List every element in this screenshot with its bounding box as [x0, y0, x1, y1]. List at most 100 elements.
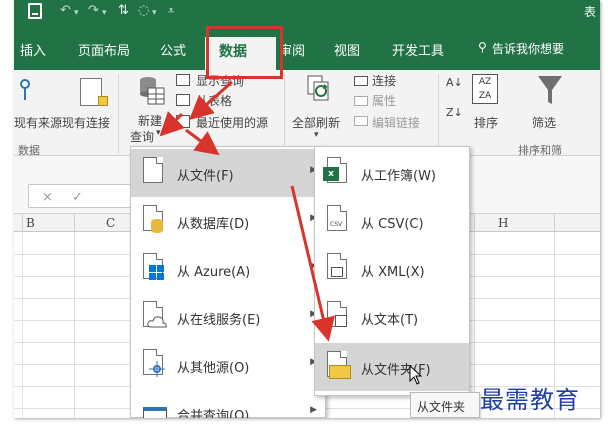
- csv-icon: CSV: [327, 205, 349, 233]
- properties-button: 属性: [372, 94, 397, 108]
- other-source-icon: [143, 349, 165, 377]
- menu-item-from-workbook[interactable]: x 从工作簿(W): [315, 149, 469, 197]
- ribbon-separator: [284, 74, 285, 154]
- menu-item-label: 从 XML(X): [361, 265, 425, 280]
- customize-qat-icon[interactable]: ⩡: [168, 4, 174, 18]
- sort-button[interactable]: 排序: [474, 114, 498, 131]
- menu-item-from-online-services[interactable]: 从在线服务(E) ▶: [131, 293, 325, 341]
- menu-item-label: 从文件(F): [177, 169, 234, 184]
- refresh-all-button[interactable]: 全部刷新: [292, 114, 340, 131]
- tab-page-layout[interactable]: 页面布局: [78, 40, 130, 59]
- connections-icon: [354, 76, 368, 86]
- new-query-label-1[interactable]: 新建: [138, 112, 162, 129]
- show-queries-icon: [176, 74, 190, 86]
- touch-mode-icon[interactable]: ◌: [138, 4, 149, 18]
- refresh-dropdown-icon[interactable]: ▾: [314, 130, 319, 140]
- filter-icon[interactable]: [536, 74, 564, 106]
- tooltip-text: 从文件夹: [417, 400, 466, 414]
- menu-item-from-folder[interactable]: 从文件夹(F): [315, 343, 469, 391]
- menu-item-label: 合并查询(Q): [177, 409, 250, 418]
- excel-window: ↶ ▾ ↷ ▾ ⇅ ◌ ▾ ⩡ 表 插入 页面布局 公式 数据 审阅 视图 开发…: [14, 0, 600, 418]
- tab-view[interactable]: 视图: [334, 40, 360, 59]
- column-divider: [474, 214, 475, 232]
- menu-item-label: 从 CSV(C): [361, 217, 424, 232]
- tell-me-icon: ⚲: [478, 40, 487, 54]
- sort-dialog-icon[interactable]: AZ ZA: [472, 74, 498, 104]
- sort-ascending-icon[interactable]: A↓: [446, 76, 463, 89]
- from-file-submenu: x 从工作簿(W) CSV 从 CSV(C) 从 XML(X) 从文本(T) 从…: [314, 146, 470, 396]
- existing-source-icon[interactable]: [18, 78, 32, 104]
- ribbon-tab-bar: 插入 页面布局 公式 数据 审阅 视图 开发工具 ⚲ 告诉我你想要: [14, 26, 600, 70]
- refresh-all-icon[interactable]: [306, 74, 334, 108]
- tab-formulas[interactable]: 公式: [160, 40, 186, 59]
- connections-folder-icon: [98, 96, 108, 106]
- confirm-edit-icon[interactable]: ✓: [72, 190, 83, 205]
- combine-icon: [143, 397, 167, 418]
- tell-me-box[interactable]: 告诉我你想要: [492, 40, 564, 57]
- filter-button[interactable]: 筛选: [532, 114, 556, 131]
- grid-line: [22, 232, 23, 418]
- window-title: 表: [583, 5, 596, 19]
- tab-highlight-box: [206, 26, 283, 79]
- menu-item-from-other-sources[interactable]: 从其他源(O) ▶: [131, 341, 325, 389]
- menu-item-from-text[interactable]: 从文本(T): [315, 293, 469, 341]
- tooltip: 从文件夹: [410, 392, 480, 418]
- menu-item-label: 从数据库(D): [177, 217, 250, 232]
- cloud-icon: [143, 301, 167, 329]
- new-query-label-2[interactable]: 查询: [130, 128, 154, 145]
- xml-icon: [327, 253, 349, 281]
- tab-insert[interactable]: 插入: [20, 40, 46, 59]
- undo-dropdown-icon[interactable]: ▾: [74, 6, 79, 20]
- touch-dropdown-icon[interactable]: ▾: [152, 6, 157, 20]
- menu-item-label: 从其他源(O): [177, 361, 250, 376]
- menu-item-from-csv[interactable]: CSV 从 CSV(C): [315, 197, 469, 245]
- menu-item-from-database[interactable]: 从数据库(D) ▶: [131, 197, 325, 245]
- tab-developer[interactable]: 开发工具: [392, 40, 444, 59]
- menu-item-label: 从文本(T): [361, 313, 419, 328]
- recent-sources-button[interactable]: 最近使用的源: [196, 114, 268, 131]
- menu-item-label: 从 Azure(A): [177, 265, 251, 280]
- cancel-edit-icon[interactable]: ×: [42, 190, 53, 205]
- undo-icon[interactable]: ↶: [60, 4, 71, 18]
- new-query-dropdown-icon[interactable]: ▾: [156, 128, 161, 138]
- column-divider: [554, 214, 555, 232]
- column-header-b[interactable]: B: [26, 216, 35, 230]
- file-icon: [143, 157, 165, 185]
- text-file-icon: [327, 301, 349, 329]
- ribbon-panel: 现有来源 现有连接 新建 查询 ▾ 显示查询 从表格 最近使用的源 全部刷新 ▾…: [14, 70, 600, 157]
- excel-workbook-icon: x: [323, 157, 349, 185]
- folder-icon: [327, 351, 351, 379]
- title-bar: ↶ ▾ ↷ ▾ ⇅ ◌ ▾ ⩡ 表: [14, 0, 600, 26]
- properties-icon: [354, 96, 368, 106]
- new-query-icon[interactable]: [138, 74, 166, 106]
- edit-links-icon: [354, 116, 368, 126]
- menu-item-label: 从在线服务(E): [177, 313, 261, 328]
- existing-source-button[interactable]: 现有来源: [14, 114, 62, 131]
- ribbon-separator: [438, 74, 439, 154]
- edit-links-button: 编辑链接: [372, 116, 421, 130]
- grid-line: [74, 232, 75, 418]
- recent-sources-icon: [176, 115, 190, 128]
- sort-descending-icon[interactable]: Z↓: [446, 106, 463, 119]
- connections-button[interactable]: 连接: [372, 72, 396, 89]
- menu-item-from-file[interactable]: 从文件(F) ▶: [131, 149, 325, 197]
- from-table-button[interactable]: 从表格: [196, 92, 232, 109]
- column-header-c[interactable]: C: [106, 216, 115, 230]
- column-header-h[interactable]: H: [498, 216, 508, 230]
- column-divider: [22, 214, 23, 232]
- grid-line: [474, 232, 475, 418]
- column-divider: [74, 214, 75, 232]
- sort-qat-icon[interactable]: ⇅: [118, 4, 129, 18]
- mouse-cursor-icon: [409, 365, 423, 385]
- watermark-text: 最需教育: [480, 386, 580, 414]
- menu-item-label: 从工作簿(W): [361, 169, 436, 184]
- menu-item-combine-queries[interactable]: 合并查询(Q) ▶: [131, 389, 325, 418]
- redo-dropdown-icon[interactable]: ▾: [102, 6, 107, 20]
- existing-connections-button[interactable]: 现有连接: [62, 114, 110, 131]
- menu-item-from-xml[interactable]: 从 XML(X): [315, 245, 469, 293]
- menu-item-from-azure[interactable]: 从 Azure(A) ▶: [131, 245, 325, 293]
- azure-icon: [143, 253, 165, 281]
- from-table-icon: [176, 94, 190, 106]
- new-query-menu: 从文件(F) ▶ 从数据库(D) ▶ 从 Azure(A) ▶ 从在线服务(: [130, 146, 326, 418]
- redo-icon[interactable]: ↷: [88, 4, 99, 18]
